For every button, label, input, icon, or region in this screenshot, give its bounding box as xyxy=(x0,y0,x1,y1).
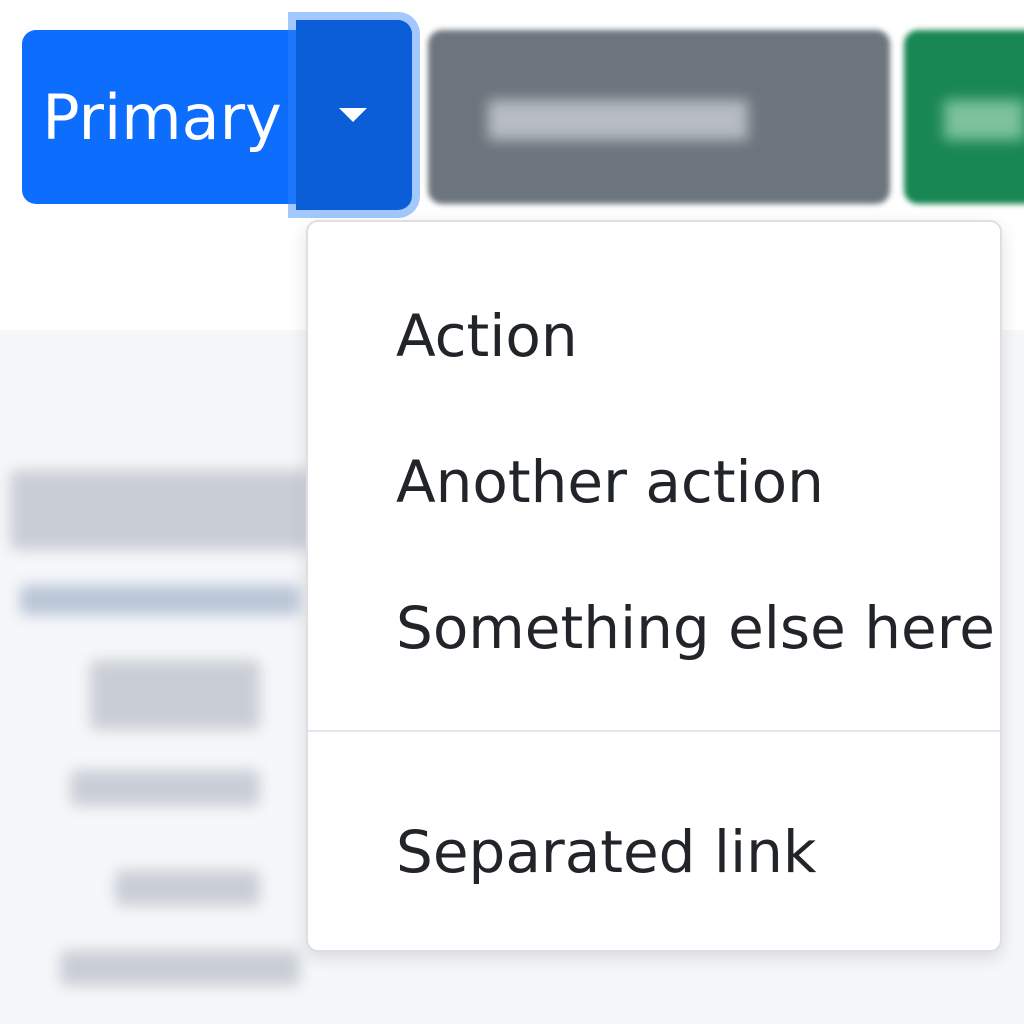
blurred-label xyxy=(488,100,748,140)
caret-down-icon xyxy=(339,108,367,122)
blurred-line xyxy=(115,870,260,906)
blurred-line xyxy=(20,585,300,615)
blurred-line xyxy=(60,950,300,986)
dropdown-item-separated-link[interactable]: Separated link xyxy=(396,818,817,886)
dropdown-item-label: Another action xyxy=(396,448,824,516)
primary-dropdown-toggle[interactable] xyxy=(296,20,412,210)
primary-button-label: Primary xyxy=(42,80,282,154)
blurred-line xyxy=(70,770,260,806)
blurred-line xyxy=(90,660,260,730)
dropdown-divider xyxy=(308,730,1000,732)
dropdown-item-label: Separated link xyxy=(396,818,817,886)
dropdown-item-label: Something else here xyxy=(396,594,995,662)
blurred-heading xyxy=(10,470,310,550)
app-screen: Primary Action Another action Something … xyxy=(0,0,1024,1024)
dropdown-menu: Action Another action Something else her… xyxy=(306,220,1002,952)
dropdown-item-another-action[interactable]: Another action xyxy=(396,448,824,516)
dropdown-item-something-else[interactable]: Something else here xyxy=(396,594,995,662)
dropdown-item-action[interactable]: Action xyxy=(396,302,578,370)
success-button[interactable] xyxy=(904,30,1024,204)
dropdown-item-label: Action xyxy=(396,302,578,370)
secondary-button[interactable] xyxy=(428,30,890,204)
blurred-label xyxy=(944,100,1024,140)
primary-button[interactable]: Primary xyxy=(22,30,302,204)
